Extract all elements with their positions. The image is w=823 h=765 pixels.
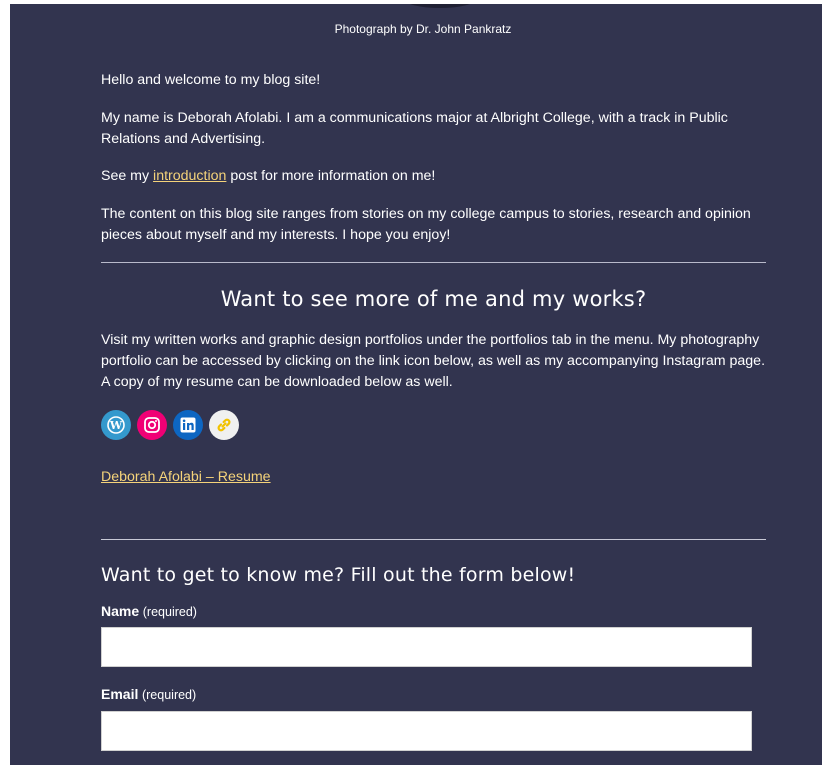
section-divider <box>101 539 766 540</box>
email-input[interactable] <box>101 711 752 751</box>
intro-paragraph-4: The content on this blog site ranges fro… <box>101 206 751 243</box>
intro-text-after-link: post for more information on me! <box>226 168 436 184</box>
works-heading: Want to see more of me and my works? <box>220 287 647 311</box>
wordpress-icon[interactable]: W <box>101 410 131 440</box>
linkedin-icon[interactable] <box>173 410 203 440</box>
intro-paragraph-2: My name is Deborah Afolabi. I am a commu… <box>101 110 728 147</box>
email-field-label: Email (required) <box>101 686 196 702</box>
form-heading: Want to get to know me? Fill out the for… <box>101 564 576 586</box>
email-required-note: (required) <box>141 688 197 702</box>
resume-download-link[interactable]: Deborah Afolabi – Resume <box>101 469 271 485</box>
profile-photo-edge <box>404 4 476 8</box>
name-input[interactable] <box>101 627 752 667</box>
intro-paragraph-3: See my introduction post for more inform… <box>101 166 766 187</box>
works-paragraph: Visit my written works and graphic desig… <box>101 332 766 390</box>
social-icons: W <box>101 410 239 440</box>
svg-text:W: W <box>109 419 123 432</box>
section-divider <box>101 262 766 263</box>
email-label-text: Email <box>101 686 139 702</box>
name-required-note: (required) <box>142 605 197 619</box>
link-icon[interactable] <box>209 410 239 440</box>
intro-paragraph-1: Hello and welcome to my blog site! <box>101 72 321 88</box>
name-label-text: Name <box>101 603 140 619</box>
photo-caption: Photograph by Dr. John Pankratz <box>334 22 512 36</box>
introduction-link[interactable]: introduction <box>153 168 226 184</box>
intro-text-before-link: See my <box>101 168 154 184</box>
name-field-label: Name (required) <box>101 603 197 619</box>
page-background: Photograph by Dr. John Pankratz Hello an… <box>10 4 822 765</box>
instagram-icon[interactable] <box>137 410 167 440</box>
